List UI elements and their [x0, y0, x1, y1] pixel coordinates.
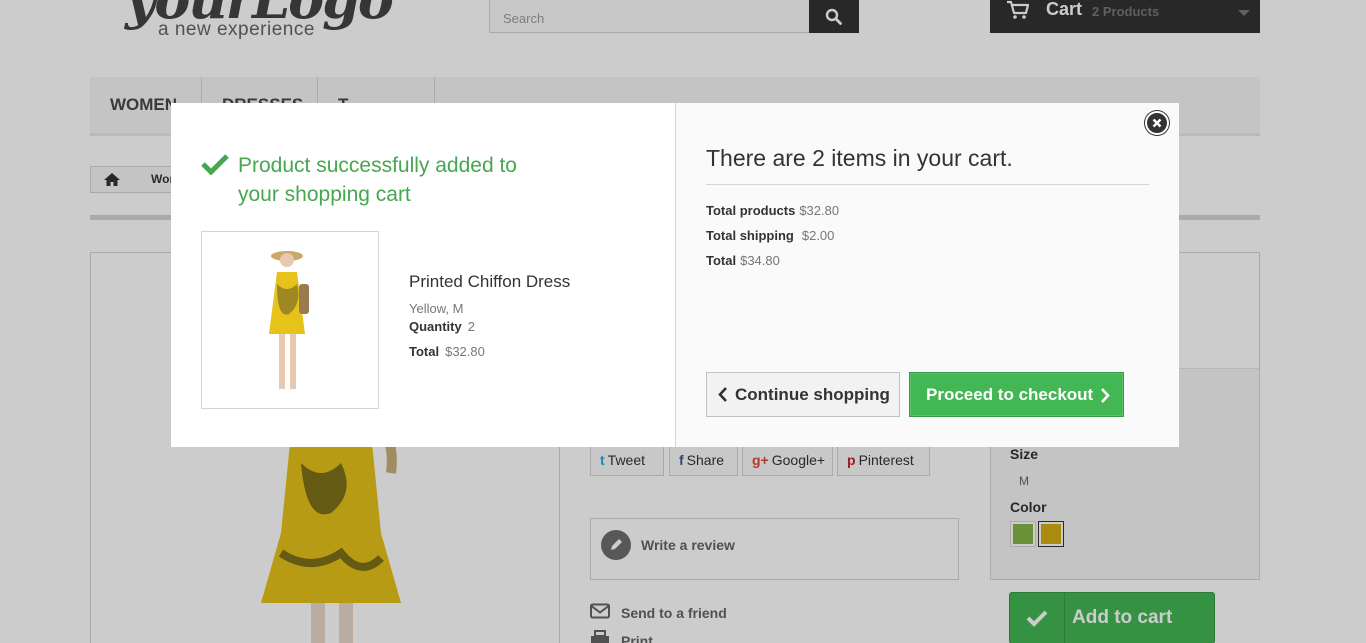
total-shipping-value: $2.00: [801, 228, 835, 243]
product-photo: [269, 251, 309, 389]
success-title: Product successfully added to your shopp…: [238, 154, 517, 206]
modal-product-panel: Product successfully added to your shopp…: [171, 103, 676, 447]
product-total: Total $32.80: [409, 344, 485, 359]
chevron-right-icon: [1101, 388, 1110, 403]
total-value: $32.80: [445, 344, 485, 359]
product-quantity: Quantity 2: [409, 319, 475, 334]
product-name: Printed Chiffon Dress: [409, 272, 571, 291]
cart-summary-heading: There are 2 items in your cart.: [706, 145, 1013, 171]
modal-cart-summary: There are 2 items in your cart. Total pr…: [676, 103, 1179, 447]
chevron-left-icon: [718, 387, 727, 402]
total-products-label: Total products: [706, 203, 796, 218]
quantity-value: 2: [467, 319, 475, 334]
grand-total-label: Total: [706, 253, 737, 268]
grand-total-value: $34.80: [740, 253, 780, 268]
proceed-to-checkout-button[interactable]: Proceed to checkout: [909, 372, 1124, 417]
continue-shopping-label: Continue shopping: [735, 385, 890, 404]
product-thumbnail: [201, 231, 379, 409]
divider: [706, 184, 1149, 185]
close-icon: [1152, 118, 1162, 128]
product-attributes: Yellow, M: [409, 301, 464, 316]
total-label: Total: [409, 344, 440, 359]
proceed-to-checkout-label: Proceed to checkout: [926, 385, 1094, 404]
total-shipping-row: Total shipping $2.00: [706, 228, 834, 243]
grand-total-row: Total $34.80: [706, 253, 780, 268]
quantity-label: Quantity: [409, 319, 462, 334]
total-shipping-label: Total shipping: [706, 228, 794, 243]
close-button[interactable]: [1145, 111, 1169, 135]
cart-added-modal: Product successfully added to your shopp…: [171, 103, 1179, 447]
total-products-row: Total products $32.80: [706, 203, 839, 218]
checkmark-icon: [201, 154, 229, 175]
continue-shopping-button[interactable]: Continue shopping: [706, 372, 900, 417]
total-products-value: $32.80: [799, 203, 840, 218]
